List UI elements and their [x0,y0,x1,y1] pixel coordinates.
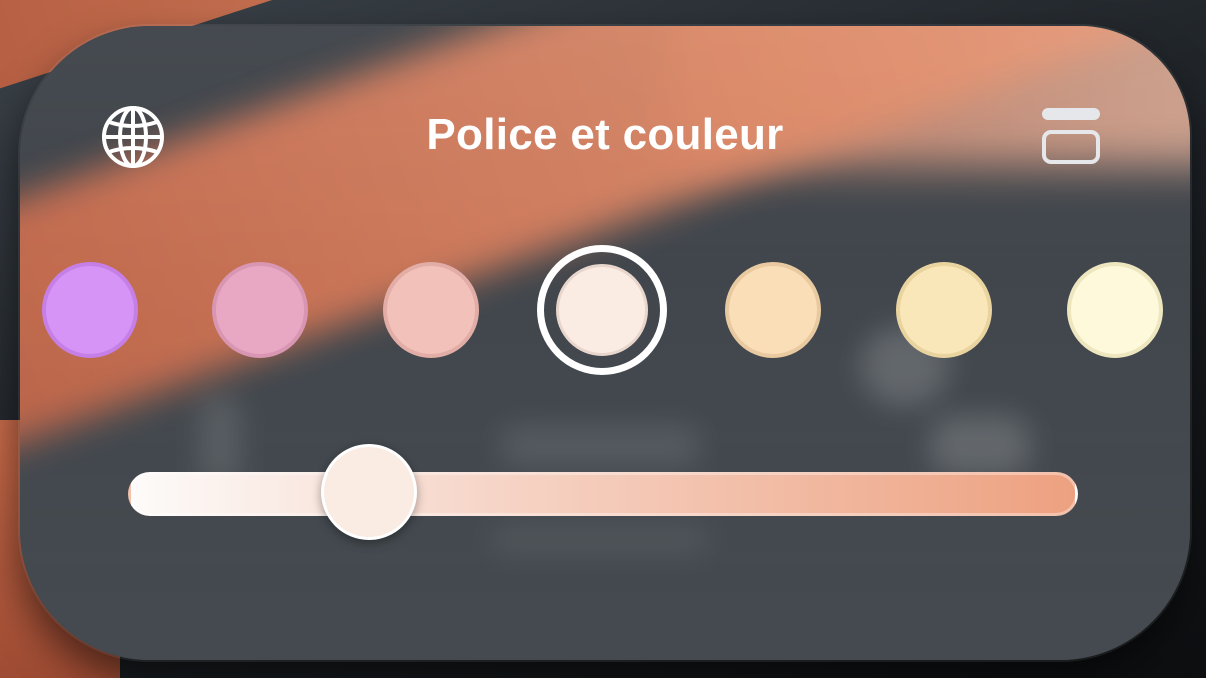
swatch-salmon[interactable] [383,262,479,358]
panel-title: Police et couleur [426,110,784,159]
swatch-pink[interactable] [212,262,308,358]
panel-header: Police et couleur [20,26,1190,246]
color-intensity-slider[interactable] [128,444,1078,540]
swatch-blush[interactable] [556,264,648,356]
font-color-panel: Police et couleur [20,26,1190,660]
slider-track[interactable] [128,472,1078,516]
swatch-butter[interactable] [896,262,992,358]
color-swatches [20,245,1190,375]
slider-thumb[interactable] [320,444,417,540]
swatch-peach[interactable] [725,262,821,358]
swatch-violet[interactable] [42,262,138,358]
card-stack-icon[interactable] [1036,106,1106,168]
screen: Police et couleur [0,0,1206,678]
swatch-cream[interactable] [1067,262,1163,358]
